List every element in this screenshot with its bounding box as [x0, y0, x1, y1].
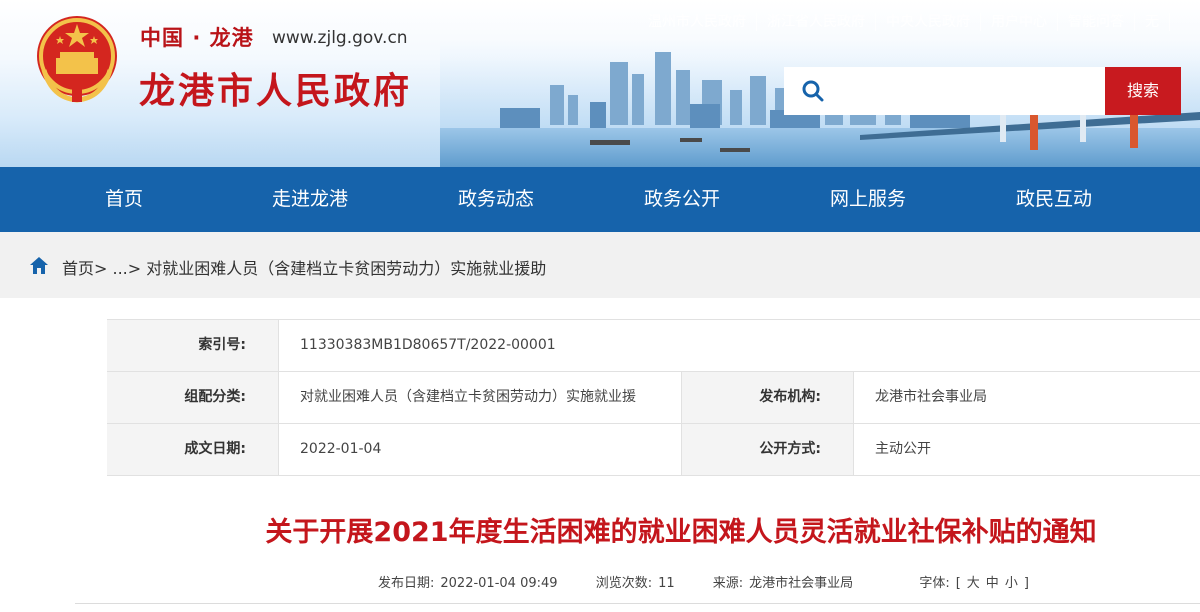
top-link-smart-qa[interactable]: 智能问答 — [1058, 13, 1135, 31]
site-url: www.zjlg.gov.cn — [272, 28, 408, 48]
open-method-value: 主动公开 — [854, 424, 1200, 475]
publisher-value: 龙港市社会事业局 — [854, 372, 1200, 423]
meta-divider — [75, 603, 1200, 604]
nav-item-about[interactable]: 走进龙港 — [235, 167, 385, 232]
article-meta: 发布日期: 2022-01-04 09:49 浏览次数: 11 来源: 龙港市社会事业… — [378, 572, 1035, 591]
publish-date-label: 发布日期: — [378, 576, 435, 591]
header-banner: 中国 · 龙港 www.zjlg.gov.cn 龙港市人民政府 温州市人民政府 … — [0, 0, 1200, 167]
main-nav: 首页 走进龙港 政务动态 政务公开 网上服务 政民互动 — [0, 167, 1200, 232]
nav-item-online-service[interactable]: 网上服务 — [793, 167, 943, 232]
site-title: 龙港市人民政府 — [139, 70, 413, 112]
info-row-index: 索引号: 11330383MB1D80657T/2022-00001 — [107, 320, 1200, 372]
breadcrumb: 首页> ...> 对就业困难人员（含建档立卡贫困劳动力）实施就业援助 — [0, 232, 1200, 298]
home-icon[interactable] — [30, 257, 48, 274]
site-brand: 中国 · 龙港 — [140, 22, 254, 52]
site-name: 龙港 — [209, 26, 254, 50]
open-method-label: 公开方式: — [682, 424, 854, 475]
search-button[interactable]: 搜索 — [1105, 67, 1181, 115]
nav-item-interaction[interactable]: 政民互动 — [979, 167, 1129, 232]
nav-item-news[interactable]: 政务动态 — [421, 167, 571, 232]
date-label: 成文日期: — [107, 424, 279, 475]
views-count: 11 — [658, 576, 675, 591]
top-link-zhejiang[interactable]: 浙江省人民政府 — [757, 13, 876, 31]
font-size-large[interactable]: 大 — [967, 576, 980, 591]
font-size-medium[interactable]: 中 — [986, 576, 999, 591]
category-label: 组配分类: — [107, 372, 279, 423]
source-value: 龙港市社会事业局 — [749, 576, 854, 591]
publisher-label: 发布机构: — [682, 372, 854, 423]
breadcrumb-text[interactable]: 首页> ...> 对就业困难人员（含建档立卡贫困劳动力）实施就业援助 — [62, 255, 546, 279]
article-title: 关于开展2021年度生活困难的就业困难人员灵活就业社保补贴的通知 — [265, 517, 1097, 548]
document-info-table: 索引号: 11330383MB1D80657T/2022-00001 组配分类:… — [107, 319, 1200, 476]
info-row-category: 组配分类: 对就业困难人员（含建档立卡贫困劳动力）实施就业援 发布机构: 龙港市… — [107, 372, 1200, 424]
font-size-bracket-close: ] — [1023, 576, 1029, 591]
top-link-wenzhou[interactable]: 温州市人民政府 — [648, 13, 757, 31]
top-links: 温州市人民政府 浙江省人民政府 中央人民政府 用户中心 智能问答 无 — [648, 13, 1170, 31]
date-value: 2022-01-04 — [279, 424, 682, 475]
index-value: 11330383MB1D80657T/2022-00001 — [279, 320, 1200, 371]
font-size-small[interactable]: 小 — [1005, 576, 1018, 591]
top-link-central[interactable]: 中央人民政府 — [876, 13, 981, 31]
category-value: 对就业困难人员（含建档立卡贫困劳动力）实施就业援 — [279, 372, 682, 423]
search-icon — [802, 80, 824, 102]
font-size-bracket-open: [ — [955, 576, 961, 591]
top-link-accessibility[interactable]: 无 — [1135, 13, 1170, 31]
views-label: 浏览次数: — [595, 576, 653, 591]
top-link-user-center[interactable]: 用户中心 — [981, 13, 1058, 31]
font-size-label: 字体: — [919, 576, 950, 591]
source-label: 来源: — [712, 576, 744, 591]
site-dot: · — [192, 26, 202, 50]
search-input[interactable] — [836, 75, 1096, 107]
site-prefix: 中国 — [140, 26, 184, 50]
national-emblem-logo — [37, 16, 117, 103]
index-label: 索引号: — [107, 320, 279, 371]
nav-item-open-gov[interactable]: 政务公开 — [607, 167, 757, 232]
publish-date: 2022-01-04 09:49 — [440, 576, 558, 591]
nav-item-home[interactable]: 首页 — [49, 167, 199, 232]
search-box: 搜索 — [784, 67, 1181, 115]
info-row-date: 成文日期: 2022-01-04 公开方式: 主动公开 — [107, 424, 1200, 476]
